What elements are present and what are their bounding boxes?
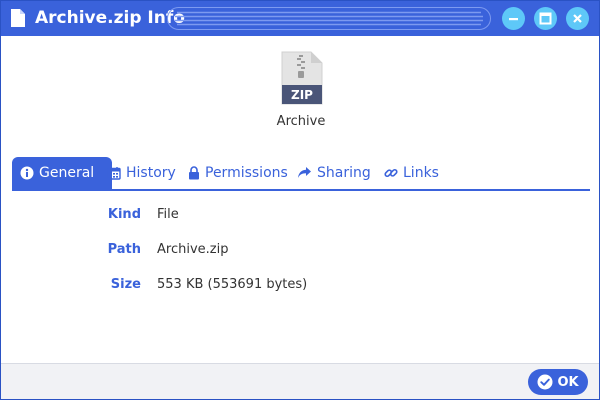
file-info-window: Archive.zip Info ZIP Archive General His… xyxy=(0,0,600,400)
ok-label: OK xyxy=(557,374,579,390)
tab-links[interactable]: Links xyxy=(384,157,439,189)
minimize-icon xyxy=(509,18,518,21)
size-value: 553 KB (553691 bytes) xyxy=(157,277,308,292)
minimize-button[interactable] xyxy=(502,7,525,30)
title-bar-grip[interactable] xyxy=(167,7,491,30)
maximize-button[interactable] xyxy=(534,7,557,30)
tab-history[interactable]: History xyxy=(107,157,176,189)
window-title: Archive.zip Info xyxy=(35,8,185,28)
link-icon xyxy=(384,168,398,178)
zip-file-icon: ZIP xyxy=(281,51,323,105)
kind-label: Kind xyxy=(107,207,141,222)
close-icon xyxy=(573,14,582,23)
tab-bar: General History Permissions Sharing Link… xyxy=(12,157,590,191)
tab-label: History xyxy=(126,165,176,181)
tab-general[interactable]: General xyxy=(12,157,112,189)
checkmark-icon xyxy=(537,374,553,390)
tab-sharing[interactable]: Sharing xyxy=(297,157,371,189)
path-value: Archive.zip xyxy=(157,242,229,257)
zip-badge: ZIP xyxy=(291,88,313,102)
info-icon xyxy=(20,166,34,180)
calendar-icon xyxy=(107,167,121,180)
close-button[interactable] xyxy=(566,7,589,30)
size-label: Size xyxy=(110,277,141,292)
lock-icon xyxy=(189,166,199,180)
document-icon xyxy=(11,9,25,27)
tab-label: Links xyxy=(403,165,439,181)
dialog-footer: OK xyxy=(1,363,599,399)
share-icon xyxy=(298,167,311,178)
tab-label: General xyxy=(39,165,95,181)
path-label: Path xyxy=(107,242,141,257)
kind-value: File xyxy=(157,207,179,222)
tab-label: Permissions xyxy=(205,165,288,181)
title-bar[interactable]: Archive.zip Info xyxy=(1,1,599,36)
file-name: Archive xyxy=(276,114,326,129)
maximize-icon xyxy=(539,12,552,25)
tab-label: Sharing xyxy=(317,165,371,181)
ok-button[interactable]: OK xyxy=(528,369,588,395)
tab-permissions[interactable]: Permissions xyxy=(188,157,288,189)
